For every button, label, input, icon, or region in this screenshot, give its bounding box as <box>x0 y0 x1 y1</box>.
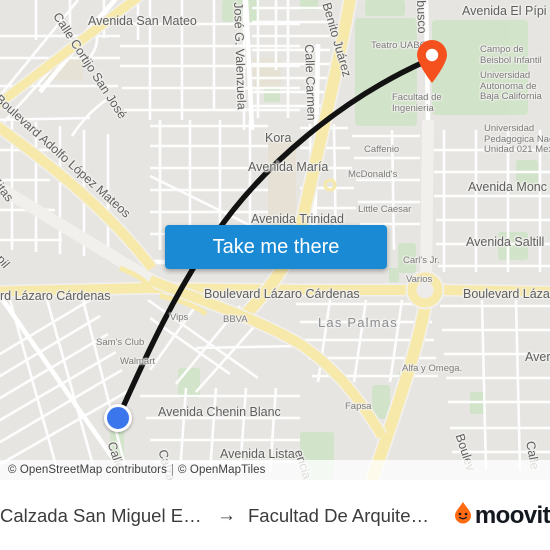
destination-marker[interactable] <box>415 39 449 84</box>
openmaptiles-attribution[interactable]: © OpenMapTiles <box>178 464 265 476</box>
take-me-there-label: Take me there <box>212 235 340 258</box>
map-canvas[interactable]: Avenida San Mateo Calle Cortijo San José J… <box>0 0 550 480</box>
attribution-separator: | <box>170 464 175 476</box>
route-summary-bar: Calzada San Miguel El Gra... → Facultad … <box>0 480 550 550</box>
moovit-logo[interactable]: moovit <box>452 501 550 530</box>
origin-marker[interactable] <box>104 404 132 432</box>
osm-attribution[interactable]: © OpenStreetMap contributors <box>8 464 167 476</box>
map-attribution: © OpenStreetMap contributors | © OpenMap… <box>0 460 550 480</box>
route-destination-label[interactable]: Facultad De Arquitect... <box>248 505 436 527</box>
take-me-there-button[interactable]: Take me there <box>165 225 387 269</box>
moovit-map-screen: Avenida San Mateo Calle Cortijo San José J… <box>0 0 550 550</box>
moovit-drop-icon <box>452 501 474 530</box>
arrow-right-icon: → <box>217 504 236 526</box>
route-origin-label[interactable]: Calzada San Miguel El Gra... <box>0 505 205 527</box>
moovit-wordmark: moovit <box>474 501 550 529</box>
